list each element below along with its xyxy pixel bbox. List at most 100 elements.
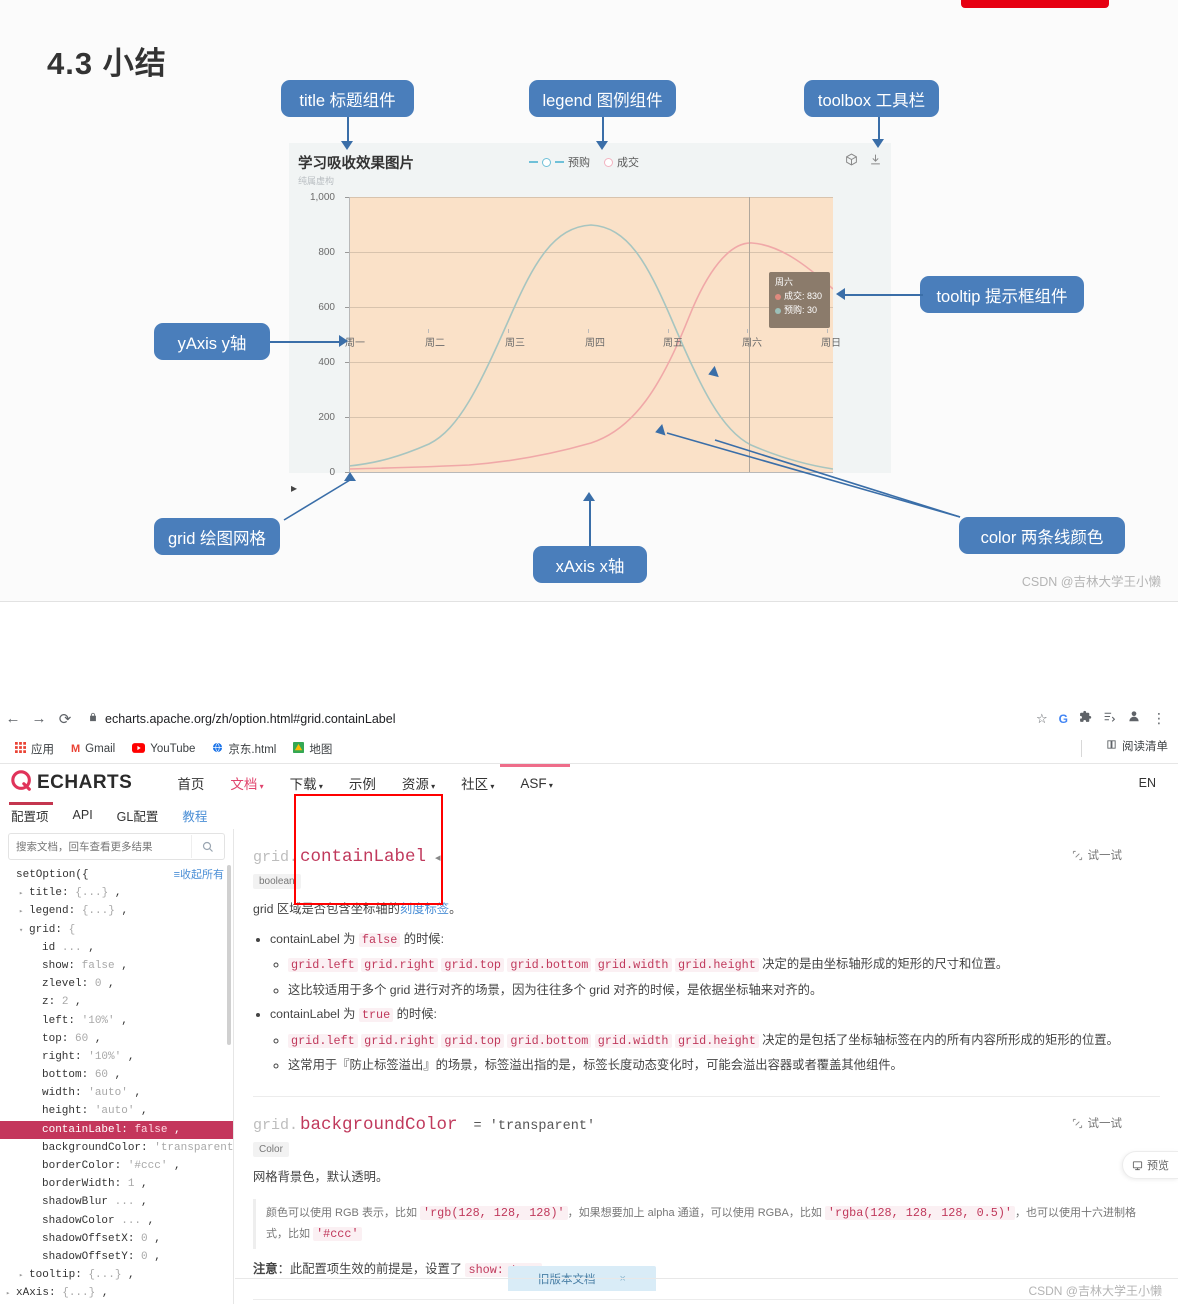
tree-row[interactable]: shadowOffsetY: 0 , bbox=[0, 1248, 233, 1266]
puzzle-extension-icon[interactable] bbox=[1079, 710, 1092, 728]
callout-color: color 两条线颜色 bbox=[959, 517, 1125, 554]
language-switch[interactable]: EN bbox=[1139, 776, 1156, 790]
tree-tail: , bbox=[121, 905, 129, 918]
tree-row[interactable]: top: 60 , bbox=[0, 1030, 233, 1048]
tree-row[interactable]: width: 'auto' , bbox=[0, 1084, 233, 1102]
download-icon[interactable] bbox=[869, 153, 882, 171]
tree-value: ... bbox=[61, 941, 82, 954]
tree-row[interactable]: ▾ grid: { bbox=[0, 921, 233, 939]
site-logo[interactable]: ECHARTS bbox=[0, 769, 132, 797]
nav-item-community[interactable]: 社区 ▾ bbox=[461, 773, 494, 793]
nav-item-docs[interactable]: 文档 ▾ bbox=[230, 773, 263, 793]
nav-item-home[interactable]: 首页 bbox=[177, 773, 204, 793]
chevron-down-icon: ▾ bbox=[257, 782, 264, 791]
cube-icon[interactable] bbox=[845, 153, 858, 171]
list-extension-icon[interactable] bbox=[1103, 710, 1116, 728]
tree-row[interactable]: bottom: 60 , bbox=[0, 1066, 233, 1084]
bookmark-label: 应用 bbox=[31, 744, 54, 756]
tree-row[interactable]: ▸ title: {...} , bbox=[0, 884, 233, 902]
bookmark-label: YouTube bbox=[150, 743, 196, 755]
tree-key: borderColor: bbox=[42, 1160, 122, 1172]
list-item: 这比较适用于多个 grid 进行对齐的场景，因为往往多个 grid 对齐的时候，… bbox=[288, 978, 1154, 1003]
tree-row[interactable]: id ... , bbox=[0, 939, 233, 957]
type-badge: Color bbox=[253, 1142, 289, 1158]
tree-row[interactable]: ▸ xAxis: {...} , bbox=[0, 1284, 233, 1302]
tree-row[interactable]: ▸ tooltip: {...} , bbox=[0, 1266, 233, 1284]
tree-row[interactable]: height: 'auto' , bbox=[0, 1102, 233, 1120]
legend-label: 预购 bbox=[568, 157, 590, 169]
tab-gl[interactable]: GL配置 bbox=[117, 806, 159, 825]
bottom-divider bbox=[235, 1278, 1178, 1279]
preview-floating-button[interactable]: 预览 bbox=[1122, 1151, 1178, 1179]
nav-item-asf[interactable]: ASF ▾ bbox=[520, 776, 553, 791]
tree-caret-icon[interactable]: ▸ bbox=[6, 1285, 16, 1303]
browser-menu-icon[interactable]: ⋮ bbox=[1152, 710, 1166, 727]
tree-row[interactable]: zlevel: 0 , bbox=[0, 975, 233, 993]
tree-row[interactable]: left: '10%' , bbox=[0, 1012, 233, 1030]
forward-button[interactable]: → bbox=[26, 706, 52, 732]
chart-title: 学习吸收效果图片 bbox=[298, 156, 414, 172]
tree-row[interactable]: shadowColor ... , bbox=[0, 1212, 233, 1230]
legend-item-yugou[interactable]: 预购 bbox=[529, 154, 590, 170]
tab-api[interactable]: API bbox=[73, 808, 93, 822]
sidebar-scrollbar[interactable] bbox=[227, 865, 231, 1045]
legend-item-chengjiao[interactable]: 成交 bbox=[604, 154, 639, 170]
browser-toolbar: ← → ⟳ echarts.apache.org/zh/option.html#… bbox=[0, 702, 1178, 735]
bookmark-gmail[interactable]: M Gmail bbox=[65, 741, 121, 757]
tree-value: { bbox=[68, 923, 76, 936]
chart-legend[interactable]: 预购 成交 bbox=[529, 154, 639, 170]
bookmark-label: Gmail bbox=[85, 743, 116, 755]
address-bar[interactable]: echarts.apache.org/zh/option.html#grid.c… bbox=[78, 707, 1036, 731]
red-tab-decoration bbox=[961, 0, 1109, 8]
tree-row[interactable]: borderColor: '#ccc' , bbox=[0, 1157, 233, 1175]
profile-avatar-icon[interactable] bbox=[1127, 709, 1141, 728]
tree-row[interactable]: backgroundColor: 'transparent' , bbox=[0, 1139, 233, 1157]
search-input[interactable] bbox=[9, 839, 191, 854]
tree-caret-icon[interactable]: ▸ bbox=[19, 1267, 29, 1285]
google-extension-icon[interactable]: G bbox=[1059, 712, 1068, 726]
section-divider bbox=[0, 601, 1178, 602]
tree-value: 60 bbox=[94, 1069, 109, 1082]
tree-row[interactable]: containLabel: false , bbox=[0, 1120, 233, 1139]
chart-toolbox[interactable] bbox=[845, 153, 882, 171]
preview-label: 预览 bbox=[1147, 1160, 1169, 1172]
reading-list-button[interactable]: 阅读清单 bbox=[1106, 738, 1168, 754]
tree-key: shadowColor bbox=[42, 1214, 115, 1227]
reload-button[interactable]: ⟳ bbox=[52, 706, 78, 732]
bookmark-jingdong[interactable]: 京东.html bbox=[206, 739, 282, 759]
try-it-button-1[interactable]: 试一试 bbox=[1072, 847, 1122, 863]
collapse-all-button[interactable]: ≡收起所有 bbox=[174, 866, 224, 884]
tree-row[interactable]: right: '10%' , bbox=[0, 1048, 233, 1066]
tab-tutorial[interactable]: 教程 bbox=[182, 806, 207, 825]
bookmark-youtube[interactable]: YouTube bbox=[126, 741, 201, 758]
tree-row[interactable]: ▸ legend: {...} , bbox=[0, 902, 233, 920]
connector-line bbox=[283, 479, 351, 521]
tree-caret-icon[interactable]: ▾ bbox=[19, 922, 29, 940]
tree-value: 1 bbox=[127, 1178, 135, 1191]
bookmark-apps[interactable]: 应用 bbox=[9, 739, 60, 759]
tree-row[interactable]: z: 2 , bbox=[0, 993, 233, 1011]
search-icon[interactable] bbox=[191, 835, 224, 858]
nav-item-download[interactable]: 下载 ▾ bbox=[290, 773, 323, 793]
tree-caret-icon[interactable]: ▸ bbox=[19, 903, 29, 921]
nav-item-examples[interactable]: 示例 bbox=[349, 773, 376, 793]
bookmark-star-icon[interactable]: ☆ bbox=[1036, 711, 1048, 727]
tree-row[interactable]: shadowBlur ... , bbox=[0, 1193, 233, 1211]
collapse-caret-icon[interactable]: ◂ bbox=[435, 851, 441, 864]
search-box[interactable] bbox=[8, 833, 225, 860]
back-button[interactable]: ← bbox=[0, 706, 26, 732]
doc-link-tick-label[interactable]: 刻度标签 bbox=[400, 902, 449, 916]
nav-item-resources[interactable]: 资源 ▾ bbox=[402, 773, 435, 793]
tree-row[interactable]: shadowOffsetX: 0 , bbox=[0, 1230, 233, 1248]
tree-caret-icon[interactable]: ▸ bbox=[19, 885, 29, 903]
bookmark-maps[interactable]: 地图 bbox=[287, 739, 338, 759]
tree-tail: , bbox=[75, 996, 82, 1009]
site-header: ECHARTS 首页 文档 ▾ 下载 ▾ 示例 资源 ▾ 社区 ▾ ASF ▾ … bbox=[0, 764, 1178, 802]
try-it-button-2[interactable]: 试一试 bbox=[1072, 1115, 1122, 1131]
tree-row[interactable]: borderWidth: 1 , bbox=[0, 1175, 233, 1193]
tree-tail: , bbox=[141, 1178, 148, 1191]
tree-row[interactable]: show: false , bbox=[0, 957, 233, 975]
tab-config[interactable]: 配置项 bbox=[11, 806, 49, 825]
browser-window: ← → ⟳ echarts.apache.org/zh/option.html#… bbox=[0, 702, 1178, 1304]
legend-circle-icon bbox=[604, 157, 613, 167]
